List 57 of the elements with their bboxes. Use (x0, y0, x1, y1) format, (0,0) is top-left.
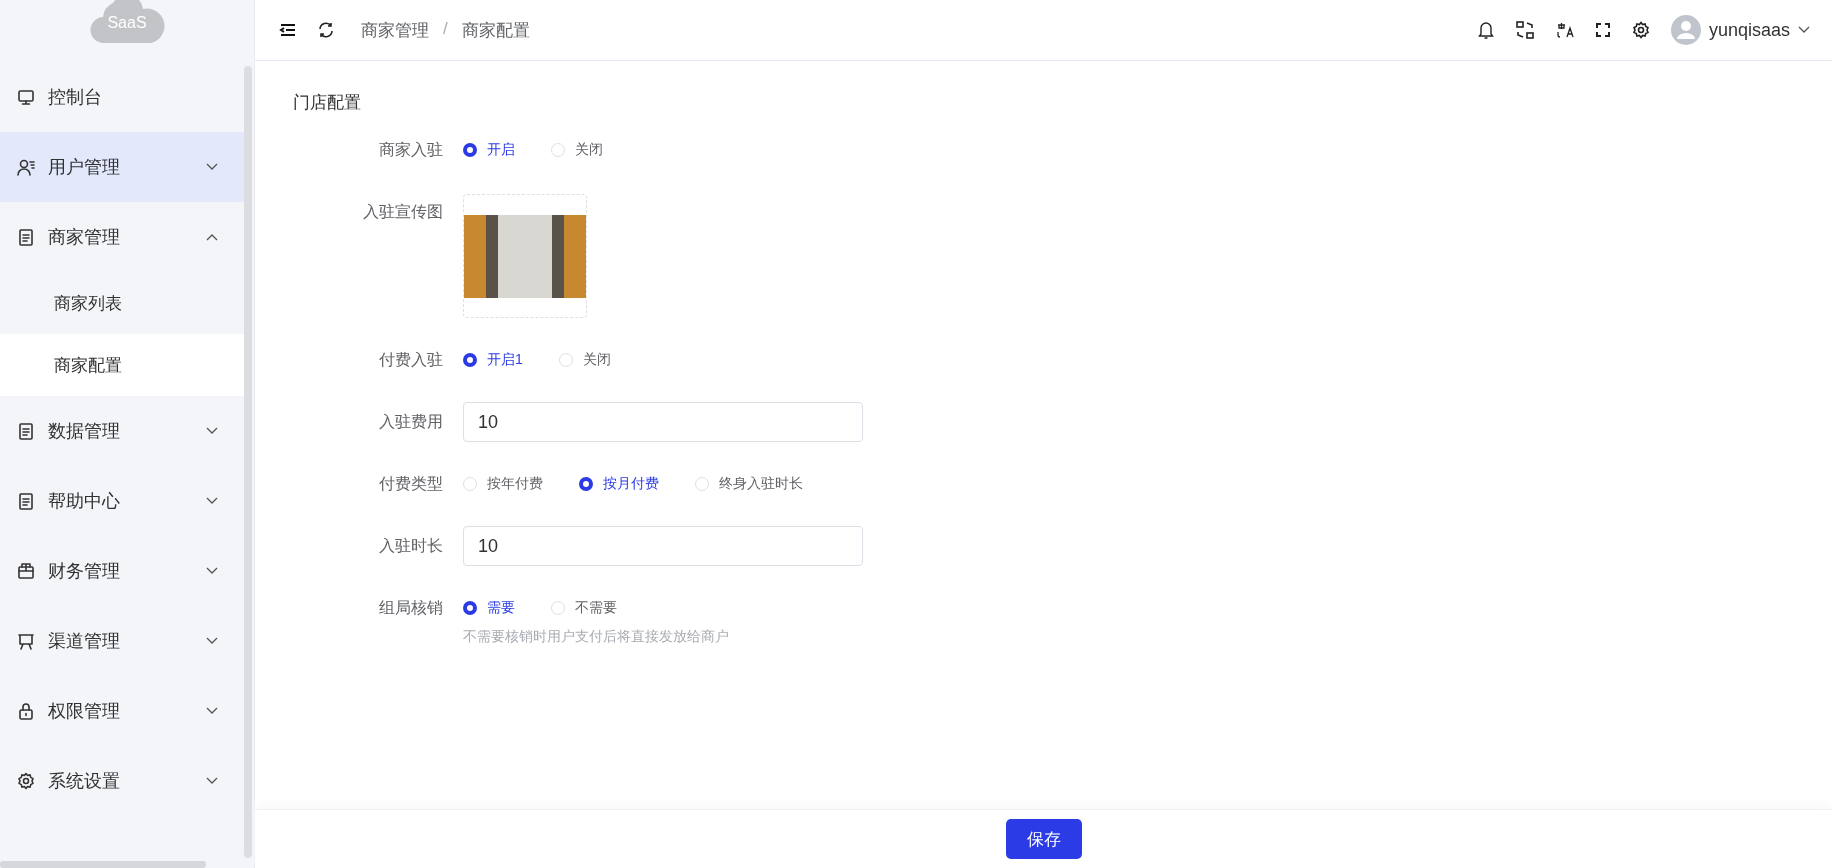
field-label: 组局核销 (378, 598, 444, 618)
breadcrumb-link[interactable]: 商家管理 (361, 18, 429, 42)
field-label: 付费类型 (378, 474, 444, 494)
settings-icon[interactable] (1630, 20, 1651, 40)
input-field[interactable]: 10 (463, 402, 863, 442)
document-icon (16, 491, 36, 511)
scan-icon[interactable] (1514, 20, 1535, 40)
gear-icon (16, 771, 36, 791)
chevron-down-icon (1798, 26, 1810, 34)
radio-option[interactable]: 开启 (463, 141, 515, 159)
section-title: 门店配置 (293, 92, 362, 114)
breadcrumb-separator: / (443, 18, 448, 40)
field-label: 入驻宣传图 (362, 202, 444, 222)
radio-option[interactable]: 终身入驻时长 (695, 475, 803, 493)
menu-item[interactable]: 数据管理 (0, 396, 244, 466)
breadcrumb-current: 商家配置 (461, 19, 530, 42)
radio-option[interactable]: 不需要 (551, 599, 617, 617)
input-field[interactable]: 10 (463, 526, 863, 566)
field-label: 商家入驻 (378, 140, 444, 160)
hint-text: 不需要核销时用户支付后将直接发放给商户 (463, 628, 729, 646)
document-icon (16, 227, 36, 247)
document-icon (16, 421, 36, 441)
fullscreen-icon[interactable] (1594, 22, 1611, 38)
monitor-icon (16, 87, 36, 107)
radio-option[interactable]: 按月付费 (579, 475, 659, 493)
box-icon (16, 561, 36, 581)
field-label: 入驻时长 (378, 536, 444, 556)
menu-item[interactable]: 系统设置 (0, 746, 244, 816)
save-button[interactable]: 保存 (1005, 819, 1082, 859)
radio-option[interactable]: 关闭 (551, 141, 603, 159)
scrollbar[interactable] (244, 66, 252, 858)
radio-option[interactable]: 需要 (463, 599, 515, 617)
field-label: 入驻费用 (378, 412, 444, 432)
submenu-item[interactable]: 商家列表 (0, 272, 244, 334)
translate-icon[interactable] (1554, 20, 1575, 40)
menu-item[interactable]: 财务管理 (0, 536, 244, 606)
radio-option[interactable]: 按年付费 (463, 475, 543, 493)
radio-option[interactable]: 开启1 (463, 351, 523, 369)
menu-item[interactable]: 控制台 (0, 62, 244, 132)
logo-text: SaaS (106, 14, 148, 32)
username[interactable]: yunqisaas (1708, 19, 1790, 41)
bell-icon[interactable] (1476, 20, 1495, 40)
menu-item[interactable]: 用户管理 (0, 132, 244, 202)
refresh-icon[interactable] (317, 21, 335, 39)
lock-icon (16, 701, 36, 721)
easel-icon (16, 631, 36, 651)
menu-item[interactable]: 商家管理 (0, 202, 244, 272)
menu-item[interactable]: 帮助中心 (0, 466, 244, 536)
menu-item[interactable]: 渠道管理 (0, 606, 244, 676)
menu-icon[interactable] (279, 22, 297, 38)
radio-option[interactable]: 关闭 (558, 351, 611, 369)
user-icon (16, 157, 36, 177)
submenu-item[interactable]: 商家配置 (0, 334, 244, 396)
scrollbar[interactable] (0, 861, 206, 868)
field-label: 付费入驻 (378, 350, 444, 370)
image-upload[interactable] (463, 194, 587, 318)
menu-item[interactable]: 权限管理 (0, 676, 244, 746)
